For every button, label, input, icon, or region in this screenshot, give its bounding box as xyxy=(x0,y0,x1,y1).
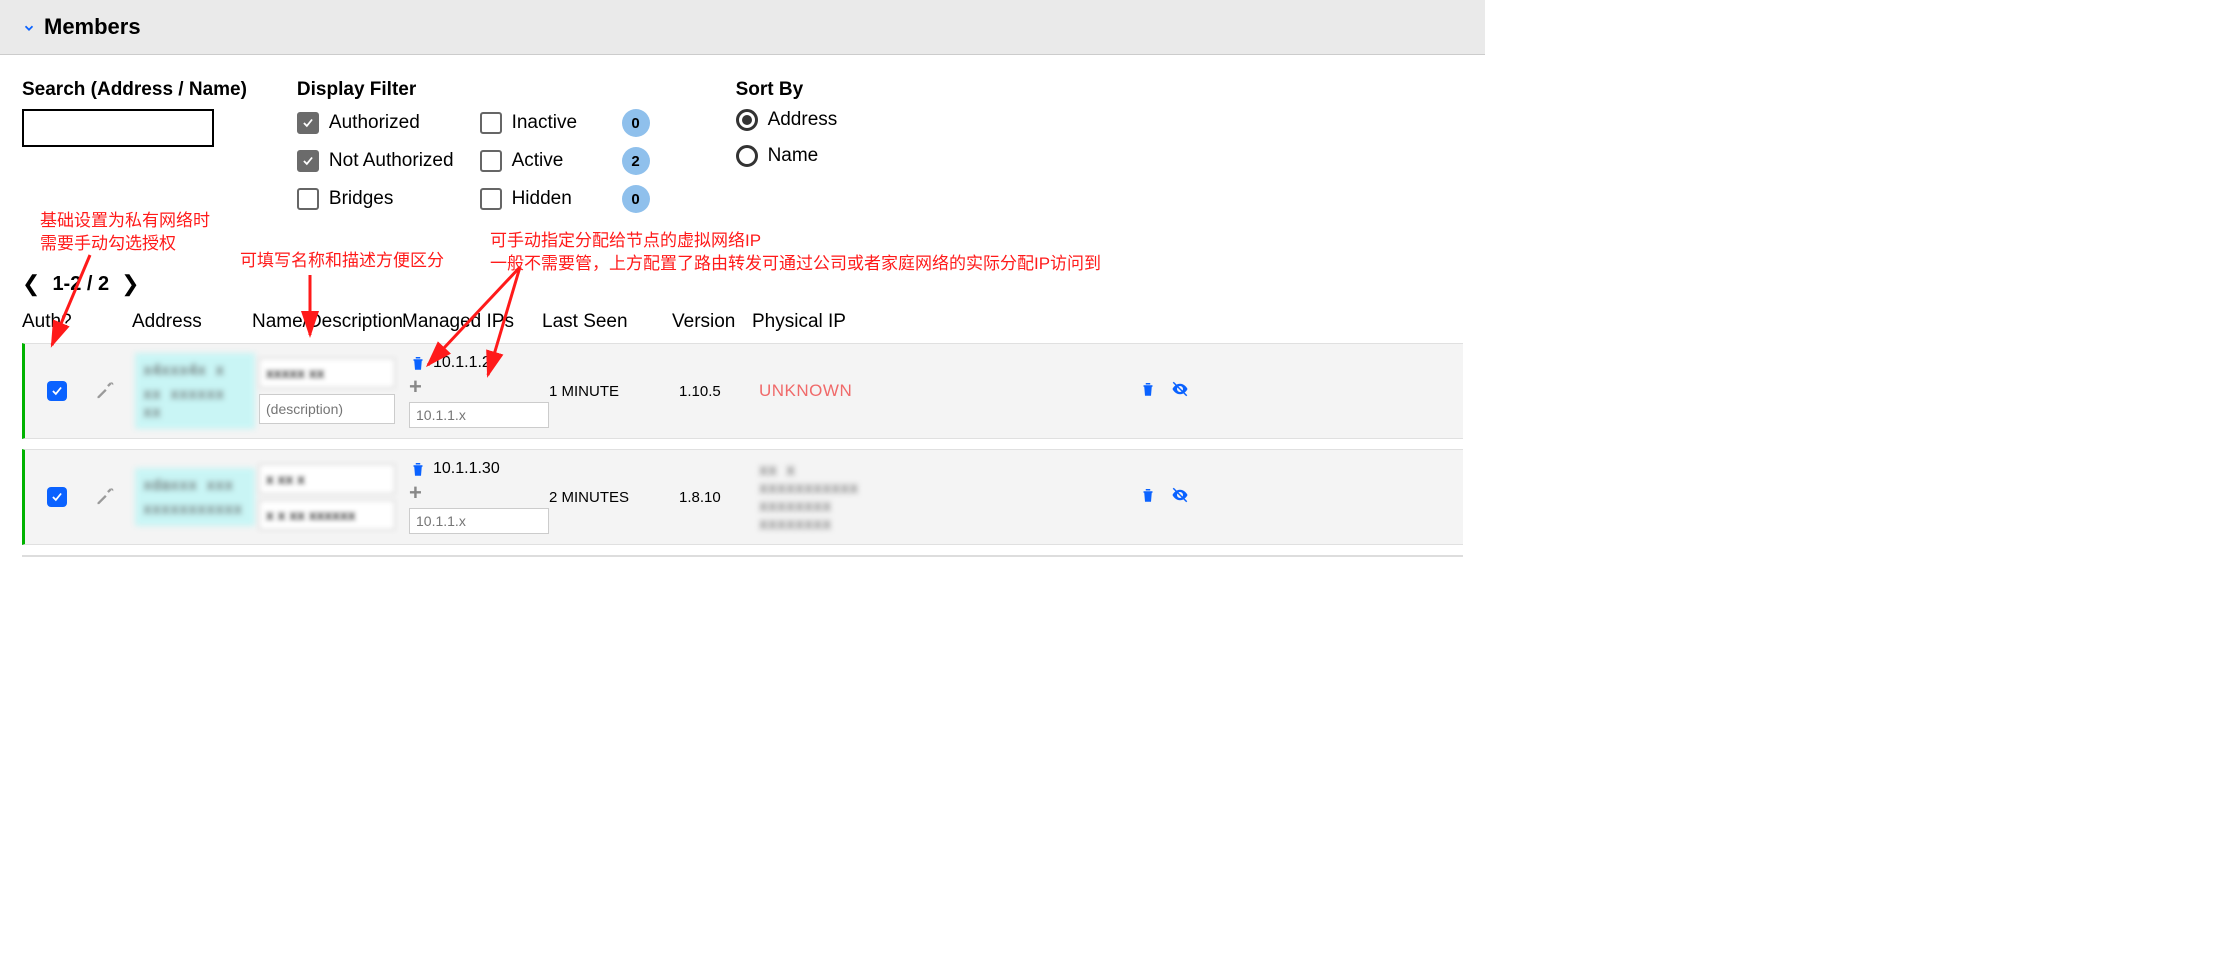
member-name-input[interactable] xyxy=(259,358,395,388)
filter-inactive[interactable]: Inactive xyxy=(480,112,610,134)
checkbox-icon xyxy=(480,150,502,172)
hide-icon[interactable] xyxy=(1171,486,1189,508)
filter-bridges[interactable]: Bridges xyxy=(297,188,454,210)
wrench-icon[interactable] xyxy=(95,379,115,403)
annotation-ip: 可手动指定分配给节点的虚拟网络IP 一般不需要管，上方配置了路由转发可通过公司或… xyxy=(490,230,1101,276)
search-label: Search (Address / Name) xyxy=(22,79,247,101)
filter-label: Bridges xyxy=(329,188,393,210)
ip-input[interactable] xyxy=(409,508,549,534)
ip-input[interactable] xyxy=(409,402,549,428)
filter-authorized[interactable]: Authorized xyxy=(297,112,454,134)
hidden-count-badge: 0 xyxy=(622,185,650,213)
checkbox-icon xyxy=(297,112,319,134)
trash-icon[interactable] xyxy=(409,354,427,372)
trash-icon[interactable] xyxy=(409,460,427,478)
last-seen: 1 MINUTE xyxy=(545,379,675,404)
filter-label: Active xyxy=(512,150,564,172)
trash-icon[interactable] xyxy=(1139,380,1157,402)
ip-value: 10.1.1.30 xyxy=(433,460,500,478)
panel-body: Search (Address / Name) Display Filter A… xyxy=(0,55,1485,565)
col-auth: Auth? xyxy=(22,311,132,333)
inactive-count-badge: 0 xyxy=(622,109,650,137)
filter-label: Inactive xyxy=(512,112,577,134)
filter-label: Hidden xyxy=(512,188,572,210)
sort-label: Address xyxy=(768,109,838,131)
wrench-icon[interactable] xyxy=(95,485,115,509)
filter-active[interactable]: Active xyxy=(480,150,610,172)
pager-range: 1-2 / 2 xyxy=(52,273,109,296)
display-filter-block: Display Filter Authorized Inactive 0 xyxy=(297,79,676,213)
radio-icon xyxy=(736,109,758,131)
member-name-input[interactable] xyxy=(259,464,395,494)
sort-block: Sort By Address Name xyxy=(736,79,838,181)
address-cell: x4xxx4x x xx xxxxxx xx xyxy=(135,353,255,429)
table-header-row: Auth? Address Name/Description Managed I… xyxy=(22,305,1463,343)
radio-icon xyxy=(736,145,758,167)
physical-ip: xx x xxxxxxxxxxx xxxxxxxx xxxxxxxx xyxy=(755,457,825,537)
trash-icon[interactable] xyxy=(1139,486,1157,508)
chevron-down-icon xyxy=(22,21,36,35)
sort-name[interactable]: Name xyxy=(736,145,838,167)
last-seen: 2 MINUTES xyxy=(545,485,675,510)
auth-checkbox[interactable] xyxy=(47,381,67,401)
plus-icon[interactable]: + xyxy=(409,376,422,398)
col-lastseen: Last Seen xyxy=(542,311,672,333)
filter-label: Authorized xyxy=(329,112,420,134)
divider xyxy=(22,555,1463,557)
panel-header[interactable]: Members xyxy=(0,0,1485,55)
member-description-input[interactable] xyxy=(259,500,395,530)
checkbox-icon xyxy=(480,112,502,134)
panel-title: Members xyxy=(44,14,141,40)
col-address: Address xyxy=(132,311,252,333)
active-count-badge: 2 xyxy=(622,147,650,175)
pager-prev[interactable]: ❮ xyxy=(22,271,40,297)
table-row: xdaxxx xxx xxxxxxxxxxx 10.1.1.30 + 2 MIN… xyxy=(22,449,1463,545)
filter-not-authorized[interactable]: Not Authorized xyxy=(297,150,454,172)
sort-address[interactable]: Address xyxy=(736,109,838,131)
auth-checkbox[interactable] xyxy=(47,487,67,507)
col-version: Version xyxy=(672,311,752,333)
pager-next[interactable]: ❯ xyxy=(121,271,139,297)
physical-ip: UNKNOWN xyxy=(755,377,825,405)
col-physip: Physical IP xyxy=(752,311,822,333)
plus-icon[interactable]: + xyxy=(409,482,422,504)
display-filter-heading: Display Filter xyxy=(297,79,676,101)
members-table: Auth? Address Name/Description Managed I… xyxy=(22,305,1463,545)
hide-icon[interactable] xyxy=(1171,380,1189,402)
version: 1.10.5 xyxy=(675,379,755,404)
table-row: x4xxx4x x xx xxxxxx xx 10.1.1.2 + 1 MINU… xyxy=(22,343,1463,439)
checkbox-icon xyxy=(297,150,319,172)
address-cell: xdaxxx xxx xxxxxxxxxxx xyxy=(135,468,255,526)
version: 1.8.10 xyxy=(675,485,755,510)
col-ips: Managed IPs xyxy=(402,311,542,333)
sort-heading: Sort By xyxy=(736,79,838,101)
sort-label: Name xyxy=(768,145,819,167)
col-name: Name/Description xyxy=(252,311,402,333)
annotation-name: 可填写名称和描述方便区分 xyxy=(240,250,444,273)
filter-label: Not Authorized xyxy=(329,150,454,172)
search-input[interactable] xyxy=(22,109,214,147)
ip-value: 10.1.1.2 xyxy=(433,354,491,372)
member-description-input[interactable] xyxy=(259,394,395,424)
search-block: Search (Address / Name) xyxy=(22,79,247,147)
checkbox-icon xyxy=(480,188,502,210)
pager: ❮ 1-2 / 2 ❯ xyxy=(22,271,1463,297)
annotation-auth: 基础设置为私有网络时 需要手动勾选授权 xyxy=(40,210,210,256)
filter-hidden[interactable]: Hidden xyxy=(480,188,610,210)
checkbox-icon xyxy=(297,188,319,210)
